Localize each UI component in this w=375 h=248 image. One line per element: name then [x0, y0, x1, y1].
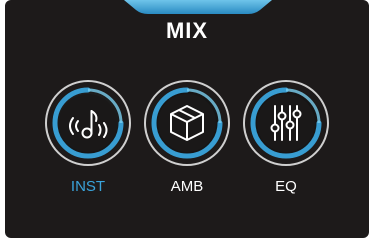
eq-knob: [243, 80, 329, 166]
inst-mode-button[interactable]: [43, 78, 133, 168]
eq-mode-button[interactable]: [241, 78, 331, 168]
inst-knob: [45, 80, 131, 166]
mix-panel: MIX INST AMB EQ: [5, 0, 369, 238]
eq-mode-label[interactable]: EQ: [241, 178, 331, 195]
inst-mode-label[interactable]: INST: [43, 178, 133, 195]
screen: MIX INST AMB EQ: [0, 0, 375, 248]
amb-mode-label[interactable]: AMB: [142, 178, 232, 195]
amb-mode-button[interactable]: [142, 78, 232, 168]
top-tab-indicator: [124, 0, 272, 14]
page-title: MIX: [165, 18, 209, 43]
amb-knob: [144, 80, 230, 166]
